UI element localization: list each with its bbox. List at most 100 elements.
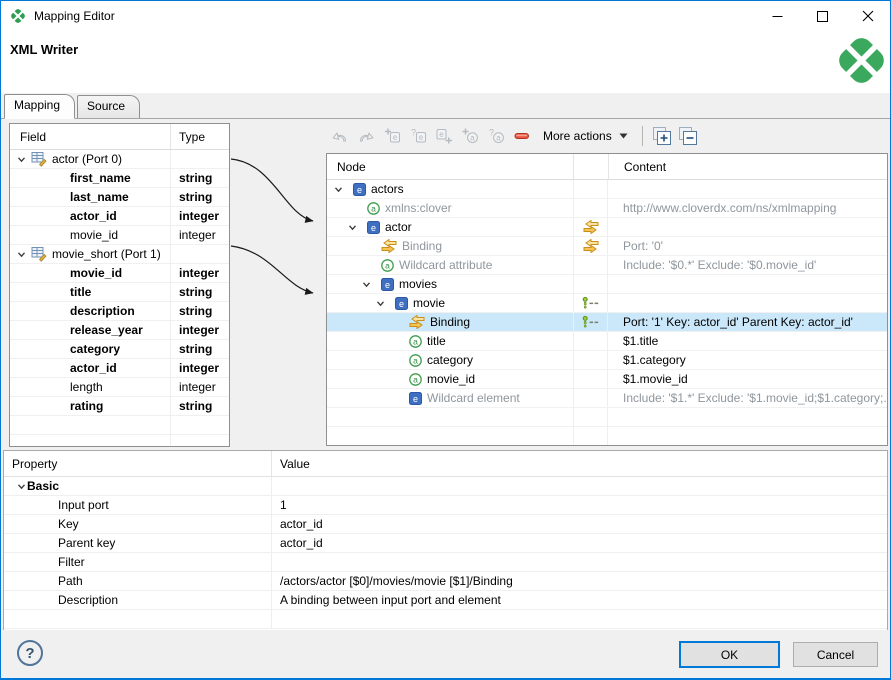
tab-mapping[interactable]: Mapping: [4, 94, 76, 119]
field-row[interactable]: movie_id integer: [10, 264, 229, 283]
add-wildcard-attribute-icon: ? a: [487, 128, 505, 144]
property-table-header: Property Value: [4, 451, 887, 477]
cancel-button[interactable]: Cancel: [793, 642, 878, 667]
chevron-down-icon[interactable]: [16, 249, 27, 260]
dropdown-arrow-icon: [619, 133, 628, 139]
content-column-header: Content: [624, 159, 667, 174]
tree-row[interactable]: Binding Port: '1' Key: actor_id' Parent K…: [327, 313, 887, 332]
property-row[interactable]: Description A binding between input port …: [4, 591, 887, 610]
add-child-element-icon: e: [383, 128, 401, 144]
ok-button[interactable]: OK: [679, 641, 780, 668]
attribute-icon: a: [381, 258, 394, 272]
binding-arrows-icon: [583, 239, 599, 253]
chevron-down-icon[interactable]: [347, 222, 358, 233]
redo-icon: [357, 129, 375, 144]
mapping-content-area: Field Type actor (Port 0) first_name strin…: [1, 119, 890, 451]
dialog-footer: ? OK Cancel: [1, 630, 890, 678]
remove-button[interactable]: [511, 125, 532, 147]
tree-row[interactable]: a category $1.category: [327, 351, 887, 370]
chevron-down-icon[interactable]: [375, 298, 386, 309]
field-row[interactable]: actor (Port 0): [10, 150, 229, 169]
chevron-down-icon[interactable]: [333, 184, 344, 195]
svg-text:?: ?: [411, 128, 416, 138]
property-row[interactable]: Parent key actor_id: [4, 534, 887, 553]
field-row[interactable]: rating string: [10, 397, 229, 416]
binding-arrows-icon: [583, 220, 599, 234]
field-row[interactable]: actor_id integer: [10, 207, 229, 226]
tree-row[interactable]: e actor: [327, 218, 887, 237]
expand-all-icon: [651, 126, 672, 146]
redo-button: [355, 125, 376, 147]
attribute-icon: a: [367, 201, 380, 215]
field-row[interactable]: last_name string: [10, 188, 229, 207]
property-panel: Property Value Basic Input port 1 Key actor_…: [3, 450, 888, 631]
property-row[interactable]: Input port 1: [4, 496, 887, 515]
field-row[interactable]: movie_id integer: [10, 226, 229, 245]
svg-text:a: a: [413, 355, 418, 365]
field-row[interactable]: description string: [10, 302, 229, 321]
tab-source[interactable]: Source: [77, 95, 141, 118]
add-wildcard-attribute-button: ? a: [485, 125, 506, 147]
property-row[interactable]: Path/actors/actor [$0]/movies/movie [$1]…: [4, 572, 887, 591]
expand-all-button[interactable]: [651, 125, 672, 147]
tree-row[interactable]: e Wildcard element Include: '$1.*' Exclude…: [327, 389, 887, 408]
field-row[interactable]: title string: [10, 283, 229, 302]
add-wildcard-element-button: ? e: [407, 125, 428, 147]
tree-row: [327, 408, 887, 427]
svg-text:e: e: [357, 184, 362, 194]
tab-bar: Mapping Source: [1, 93, 890, 119]
tree-row[interactable]: e movies: [327, 275, 887, 294]
svg-text:?: ?: [489, 128, 494, 138]
tree-table-header: Node Content: [327, 154, 887, 180]
field-row[interactable]: category string: [10, 340, 229, 359]
svg-text:a: a: [413, 336, 418, 346]
chevron-down-icon[interactable]: [16, 481, 27, 492]
app-clover-icon: [10, 8, 26, 24]
toolbar-separator: [641, 126, 643, 146]
svg-text:e: e: [439, 130, 444, 139]
field-row[interactable]: release_year integer: [10, 321, 229, 340]
attribute-icon: a: [409, 372, 422, 386]
field-row[interactable]: actor_id integer: [10, 359, 229, 378]
cloverdx-logo-icon: [835, 34, 888, 87]
element-icon: e: [381, 277, 394, 291]
element-icon: e: [395, 296, 408, 310]
property-row[interactable]: Key actor_id: [4, 515, 887, 534]
svg-text:a: a: [496, 134, 501, 143]
add-element-icon: e: [435, 128, 453, 144]
field-column-header: Field: [10, 124, 171, 149]
more-actions-button[interactable]: More actions: [537, 125, 634, 147]
property-row[interactable]: Filter: [4, 553, 887, 572]
close-icon: [862, 10, 874, 22]
remove-icon: [514, 129, 530, 143]
element-icon: e: [367, 220, 380, 234]
tree-row[interactable]: a xmlns:clover http://www.cloverdx.com/ns/…: [327, 199, 887, 218]
field-row[interactable]: first_name string: [10, 169, 229, 188]
input-fields-table: Field Type actor (Port 0) first_name strin…: [9, 123, 230, 447]
collapse-all-button[interactable]: [677, 125, 698, 147]
tree-row[interactable]: e actors: [327, 180, 887, 199]
help-button[interactable]: ?: [17, 640, 43, 666]
element-icon: e: [353, 182, 366, 196]
chevron-down-icon[interactable]: [16, 154, 27, 165]
dialog-header: XML Writer: [1, 31, 890, 93]
titlebar: Mapping Editor: [1, 1, 890, 31]
maximize-button[interactable]: [800, 1, 845, 31]
minimize-button[interactable]: [755, 1, 800, 31]
tree-row[interactable]: a Wildcard attribute Include: '$0.*' Exclu…: [327, 256, 887, 275]
chevron-down-icon[interactable]: [361, 279, 372, 290]
tree-row[interactable]: e movie: [327, 294, 887, 313]
binding-arrows-icon: [409, 315, 425, 329]
mapping-toolbar: e ? e e a? a More actions: [329, 121, 698, 151]
type-column-header: Type: [179, 129, 206, 144]
attribute-icon: a: [409, 353, 422, 367]
svg-text:a: a: [385, 260, 390, 270]
close-button[interactable]: [845, 1, 890, 31]
property-row[interactable]: Basic: [4, 477, 887, 496]
field-row[interactable]: length integer: [10, 378, 229, 397]
field-row[interactable]: movie_short (Port 1): [10, 245, 229, 264]
tree-row[interactable]: Binding Port: '0': [327, 237, 887, 256]
tree-row[interactable]: a movie_id $1.movie_id: [327, 370, 887, 389]
collapse-all-icon: [677, 126, 698, 146]
tree-row[interactable]: a title $1.title: [327, 332, 887, 351]
